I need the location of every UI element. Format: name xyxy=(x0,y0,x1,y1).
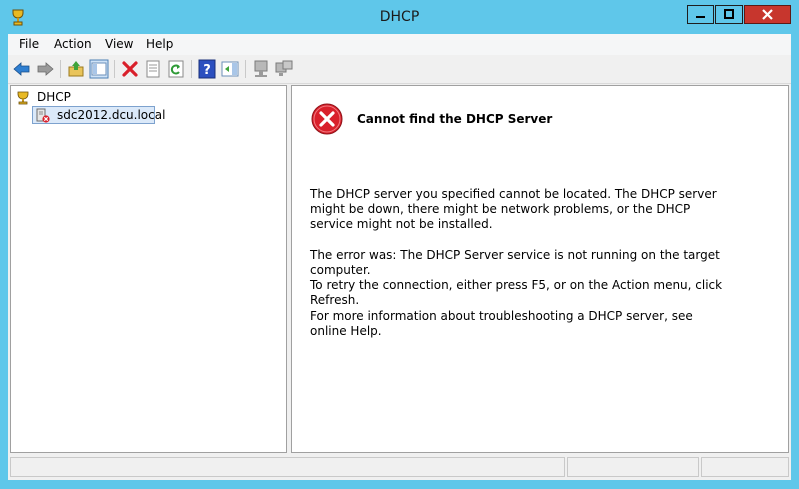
forward-icon[interactable] xyxy=(35,59,55,79)
refresh-icon[interactable] xyxy=(166,59,186,79)
error-description: The DHCP server you specified cannot be … xyxy=(310,187,717,231)
retry-instructions: To retry the connection, either press F5… xyxy=(310,278,723,307)
status-cell-3 xyxy=(701,457,789,477)
toolbar-separator xyxy=(114,60,115,78)
back-icon[interactable] xyxy=(12,59,32,79)
status-cell-2 xyxy=(567,457,699,477)
server-icon[interactable] xyxy=(251,59,271,79)
server-add-icon[interactable] xyxy=(274,59,294,79)
up-folder-icon[interactable] xyxy=(66,59,86,79)
server-label: sdc2012.dcu.local xyxy=(57,108,166,122)
menu-view[interactable]: View xyxy=(105,37,133,51)
toolbar-separator xyxy=(245,60,246,78)
console-tree[interactable]: DHCP sdc2012.dcu.local xyxy=(10,85,287,453)
action-pane-icon[interactable] xyxy=(220,59,240,79)
menu-file[interactable]: File xyxy=(19,37,39,51)
svg-text:?: ? xyxy=(203,63,211,78)
status-cell-main xyxy=(10,457,565,477)
properties-icon[interactable] xyxy=(143,59,163,79)
help-info: For more information about troubleshooti… xyxy=(310,309,693,338)
menu-bar: File Action View Help xyxy=(8,34,791,55)
toolbar: ? xyxy=(8,56,791,84)
show-hide-tree-icon[interactable] xyxy=(89,59,109,79)
tree-item-dhcp[interactable]: DHCP xyxy=(37,90,71,104)
tree-item-server[interactable]: sdc2012.dcu.local xyxy=(32,106,165,124)
help-icon[interactable]: ? xyxy=(197,59,217,79)
close-button[interactable] xyxy=(744,5,791,24)
title-bar[interactable]: DHCP xyxy=(0,0,799,33)
server-error-icon xyxy=(36,108,50,123)
minimize-button[interactable] xyxy=(687,5,714,24)
delete-icon[interactable] xyxy=(120,59,140,79)
toolbar-separator xyxy=(60,60,61,78)
status-bar xyxy=(10,455,791,479)
menu-action[interactable]: Action xyxy=(54,37,92,51)
error-reason: The error was: The DHCP Server service i… xyxy=(310,248,720,277)
menu-help[interactable]: Help xyxy=(146,37,173,51)
maximize-button[interactable] xyxy=(715,5,743,24)
client-area: File Action View Help ? DHCP sdc2012.dcu… xyxy=(8,34,791,480)
error-heading: Cannot find the DHCP Server xyxy=(357,112,553,126)
error-icon xyxy=(311,103,343,135)
dhcp-trophy-icon xyxy=(16,90,30,105)
toolbar-separator xyxy=(191,60,192,78)
dhcp-window: DHCP File Action View Help ? DHCP sdc201… xyxy=(0,0,799,489)
window-title: DHCP xyxy=(379,9,420,25)
result-pane: Cannot find the DHCP Server The DHCP ser… xyxy=(291,85,789,453)
